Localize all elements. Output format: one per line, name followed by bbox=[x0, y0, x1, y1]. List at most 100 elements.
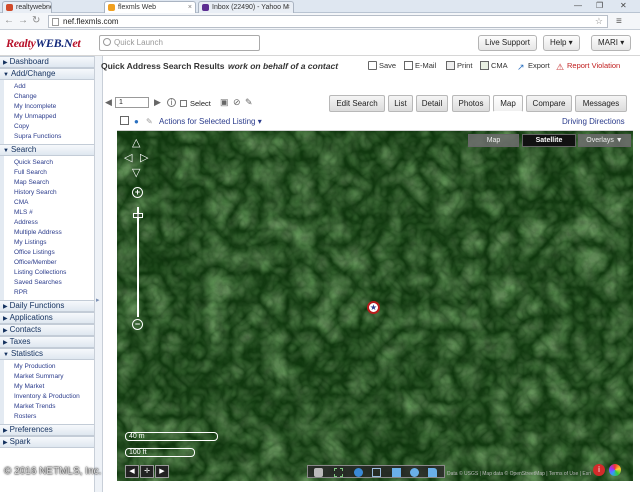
notepad-icon[interactable]: ✎ bbox=[146, 117, 153, 126]
sidebar-item-office-listings[interactable]: Office Listings bbox=[14, 248, 94, 258]
provider-info-icon[interactable]: i bbox=[593, 464, 605, 476]
save-button[interactable]: Save bbox=[368, 61, 396, 70]
sidebar-item-my-unmapped[interactable]: My Unmapped bbox=[14, 112, 94, 122]
close-icon[interactable]: × bbox=[286, 2, 290, 13]
sidebar-section-preferences[interactable]: ▶ Preferences bbox=[0, 424, 94, 436]
help-button[interactable]: Help ▾ bbox=[543, 35, 580, 51]
tab-list[interactable]: List bbox=[388, 95, 413, 112]
shape-custom-icon[interactable] bbox=[428, 468, 437, 477]
pan-down-icon[interactable]: ▽ bbox=[132, 168, 140, 179]
sidebar-section-statistics[interactable]: ▼ Statistics bbox=[0, 348, 94, 360]
info-tool-icon[interactable] bbox=[354, 468, 363, 477]
sidebar-item-my-production[interactable]: My Production bbox=[14, 362, 94, 372]
page-number-input[interactable]: 1 bbox=[115, 97, 149, 108]
close-window-icon[interactable]: ✕ bbox=[620, 1, 627, 11]
report-violation-button[interactable]: ⚠ Report Violation bbox=[556, 61, 620, 72]
close-icon[interactable]: × bbox=[44, 2, 48, 13]
forward-arrow-icon[interactable]: → bbox=[18, 16, 28, 26]
tab-edit-search[interactable]: Edit Search bbox=[329, 95, 385, 112]
sidebar-item-address[interactable]: Address bbox=[14, 218, 94, 228]
nav-left-icon[interactable]: ◀ bbox=[125, 465, 139, 478]
draw-rectangle-icon[interactable] bbox=[334, 468, 343, 477]
map-type-map-button[interactable]: Map bbox=[468, 134, 519, 147]
driving-directions-link[interactable]: Driving Directions bbox=[562, 117, 625, 126]
next-page-icon[interactable]: ▶ bbox=[154, 97, 161, 108]
email-button[interactable]: E-Mail bbox=[404, 61, 436, 70]
sidebar-item-mls[interactable]: MLS # bbox=[14, 208, 94, 218]
tab-flexmls[interactable]: flexmls Web × bbox=[104, 1, 196, 13]
sidebar-item-inventory-production[interactable]: Inventory & Production bbox=[14, 392, 94, 402]
sidebar-item-map-search[interactable]: Map Search bbox=[14, 178, 94, 188]
sidebar-section-taxes[interactable]: ▶ Taxes bbox=[0, 336, 94, 348]
expand-arrow-icon[interactable]: ▸ bbox=[96, 296, 100, 304]
tab-photos[interactable]: Photos bbox=[452, 95, 490, 112]
sidebar-item-market-trends[interactable]: Market Trends bbox=[14, 402, 94, 412]
chat-icon[interactable]: ● bbox=[134, 117, 139, 126]
print-button[interactable]: Print bbox=[446, 61, 472, 70]
nav-right-icon[interactable]: ▶ bbox=[155, 465, 169, 478]
bookmark-star-icon[interactable]: ☆ bbox=[595, 16, 603, 27]
shape-circle-icon[interactable] bbox=[410, 468, 419, 477]
sidebar-collapse-rail[interactable]: ▸ bbox=[95, 56, 103, 492]
tab-yahoo-inbox[interactable]: Inbox (22490) - Yahoo M × bbox=[198, 1, 294, 13]
work-on-behalf-link[interactable]: work on behalf of a contact bbox=[228, 61, 338, 71]
browser-menu-icon[interactable]: ≡ bbox=[616, 16, 622, 27]
fullscreen-icon[interactable]: ✛ bbox=[140, 465, 154, 478]
tab-realtywebnet[interactable]: realtywebnet × bbox=[2, 1, 52, 13]
sidebar-item-add[interactable]: Add bbox=[14, 82, 94, 92]
sidebar-section-add-change[interactable]: ▼ Add/Change bbox=[0, 68, 94, 80]
tab-messages[interactable]: Messages bbox=[575, 95, 627, 112]
zoom-slider-track[interactable] bbox=[137, 207, 139, 317]
reload-icon[interactable]: ↻ bbox=[32, 16, 40, 26]
maximize-icon[interactable]: ❐ bbox=[596, 1, 603, 11]
block-icon[interactable]: ⊘ bbox=[233, 97, 241, 108]
select-checkbox[interactable] bbox=[180, 100, 187, 107]
sidebar-item-change[interactable]: Change bbox=[14, 92, 94, 102]
sidebar-item-market-summary[interactable]: Market Summary bbox=[14, 372, 94, 382]
tab-compare[interactable]: Compare bbox=[526, 95, 572, 112]
overlays-dropdown[interactable]: Overlays ▼ bbox=[578, 134, 631, 147]
shape-square-icon[interactable] bbox=[392, 468, 401, 477]
prev-page-icon[interactable]: ◀ bbox=[105, 97, 112, 108]
draw-polygon-icon[interactable] bbox=[372, 468, 381, 477]
sidebar-item-rosters[interactable]: Rosters bbox=[14, 412, 94, 422]
pan-hand-icon[interactable] bbox=[314, 468, 323, 477]
camera-icon[interactable]: ▣ bbox=[220, 97, 229, 108]
grid-icon[interactable] bbox=[120, 116, 129, 125]
back-arrow-icon[interactable]: ← bbox=[4, 16, 14, 26]
actions-menu[interactable]: Actions for Selected Listing ▾ bbox=[159, 117, 262, 126]
pan-right-icon[interactable]: ▷ bbox=[140, 153, 148, 164]
tab-detail[interactable]: Detail bbox=[416, 95, 448, 112]
sidebar-item-cma[interactable]: CMA bbox=[14, 198, 94, 208]
color-wheel-icon[interactable] bbox=[609, 464, 621, 476]
sidebar-item-saved-searches[interactable]: Saved Searches bbox=[14, 278, 94, 288]
sidebar-item-history-search[interactable]: History Search bbox=[14, 188, 94, 198]
listing-marker[interactable]: ★ bbox=[367, 301, 380, 314]
sidebar-item-listing-collections[interactable]: Listing Collections bbox=[14, 268, 94, 278]
tab-map[interactable]: Map bbox=[493, 95, 523, 112]
sidebar-section-applications[interactable]: ▶ Applications bbox=[0, 312, 94, 324]
live-support-button[interactable]: Live Support bbox=[478, 35, 537, 51]
zoom-out-icon[interactable]: − bbox=[132, 319, 143, 330]
close-icon[interactable]: × bbox=[188, 2, 192, 13]
realtywebnet-logo[interactable]: RealtyWEB.Net bbox=[6, 36, 81, 51]
sidebar-item-my-listings[interactable]: My Listings bbox=[14, 238, 94, 248]
sidebar-section-contacts[interactable]: ▶ Contacts bbox=[0, 324, 94, 336]
sidebar-section-dashboard[interactable]: ▶ Dashboard bbox=[0, 56, 94, 68]
sidebar-item-copy[interactable]: Copy bbox=[14, 122, 94, 132]
sidebar-item-supra-functions[interactable]: Supra Functions bbox=[14, 132, 94, 142]
sidebar-item-office-member[interactable]: Office/Member bbox=[14, 258, 94, 268]
sidebar-section-daily-functions[interactable]: ▶ Daily Functions bbox=[0, 300, 94, 312]
export-button[interactable]: ↗ Export bbox=[517, 61, 550, 72]
quick-launch-input[interactable]: Quick Launch bbox=[99, 35, 260, 51]
sidebar-section-spark[interactable]: ▶ Spark bbox=[0, 436, 94, 448]
pan-up-icon[interactable]: △ bbox=[132, 138, 140, 149]
sidebar-item-full-search[interactable]: Full Search bbox=[14, 168, 94, 178]
url-input[interactable]: nef.flexmls.com ☆ bbox=[48, 15, 608, 28]
edit-icon[interactable]: ✎ bbox=[245, 97, 253, 108]
zoom-in-icon[interactable]: + bbox=[132, 187, 143, 198]
cma-button[interactable]: CMA bbox=[480, 61, 508, 70]
user-menu-button[interactable]: MARI ▾ bbox=[591, 35, 632, 51]
info-icon[interactable]: i bbox=[167, 98, 176, 107]
sidebar-section-search[interactable]: ▼ Search bbox=[0, 144, 94, 156]
